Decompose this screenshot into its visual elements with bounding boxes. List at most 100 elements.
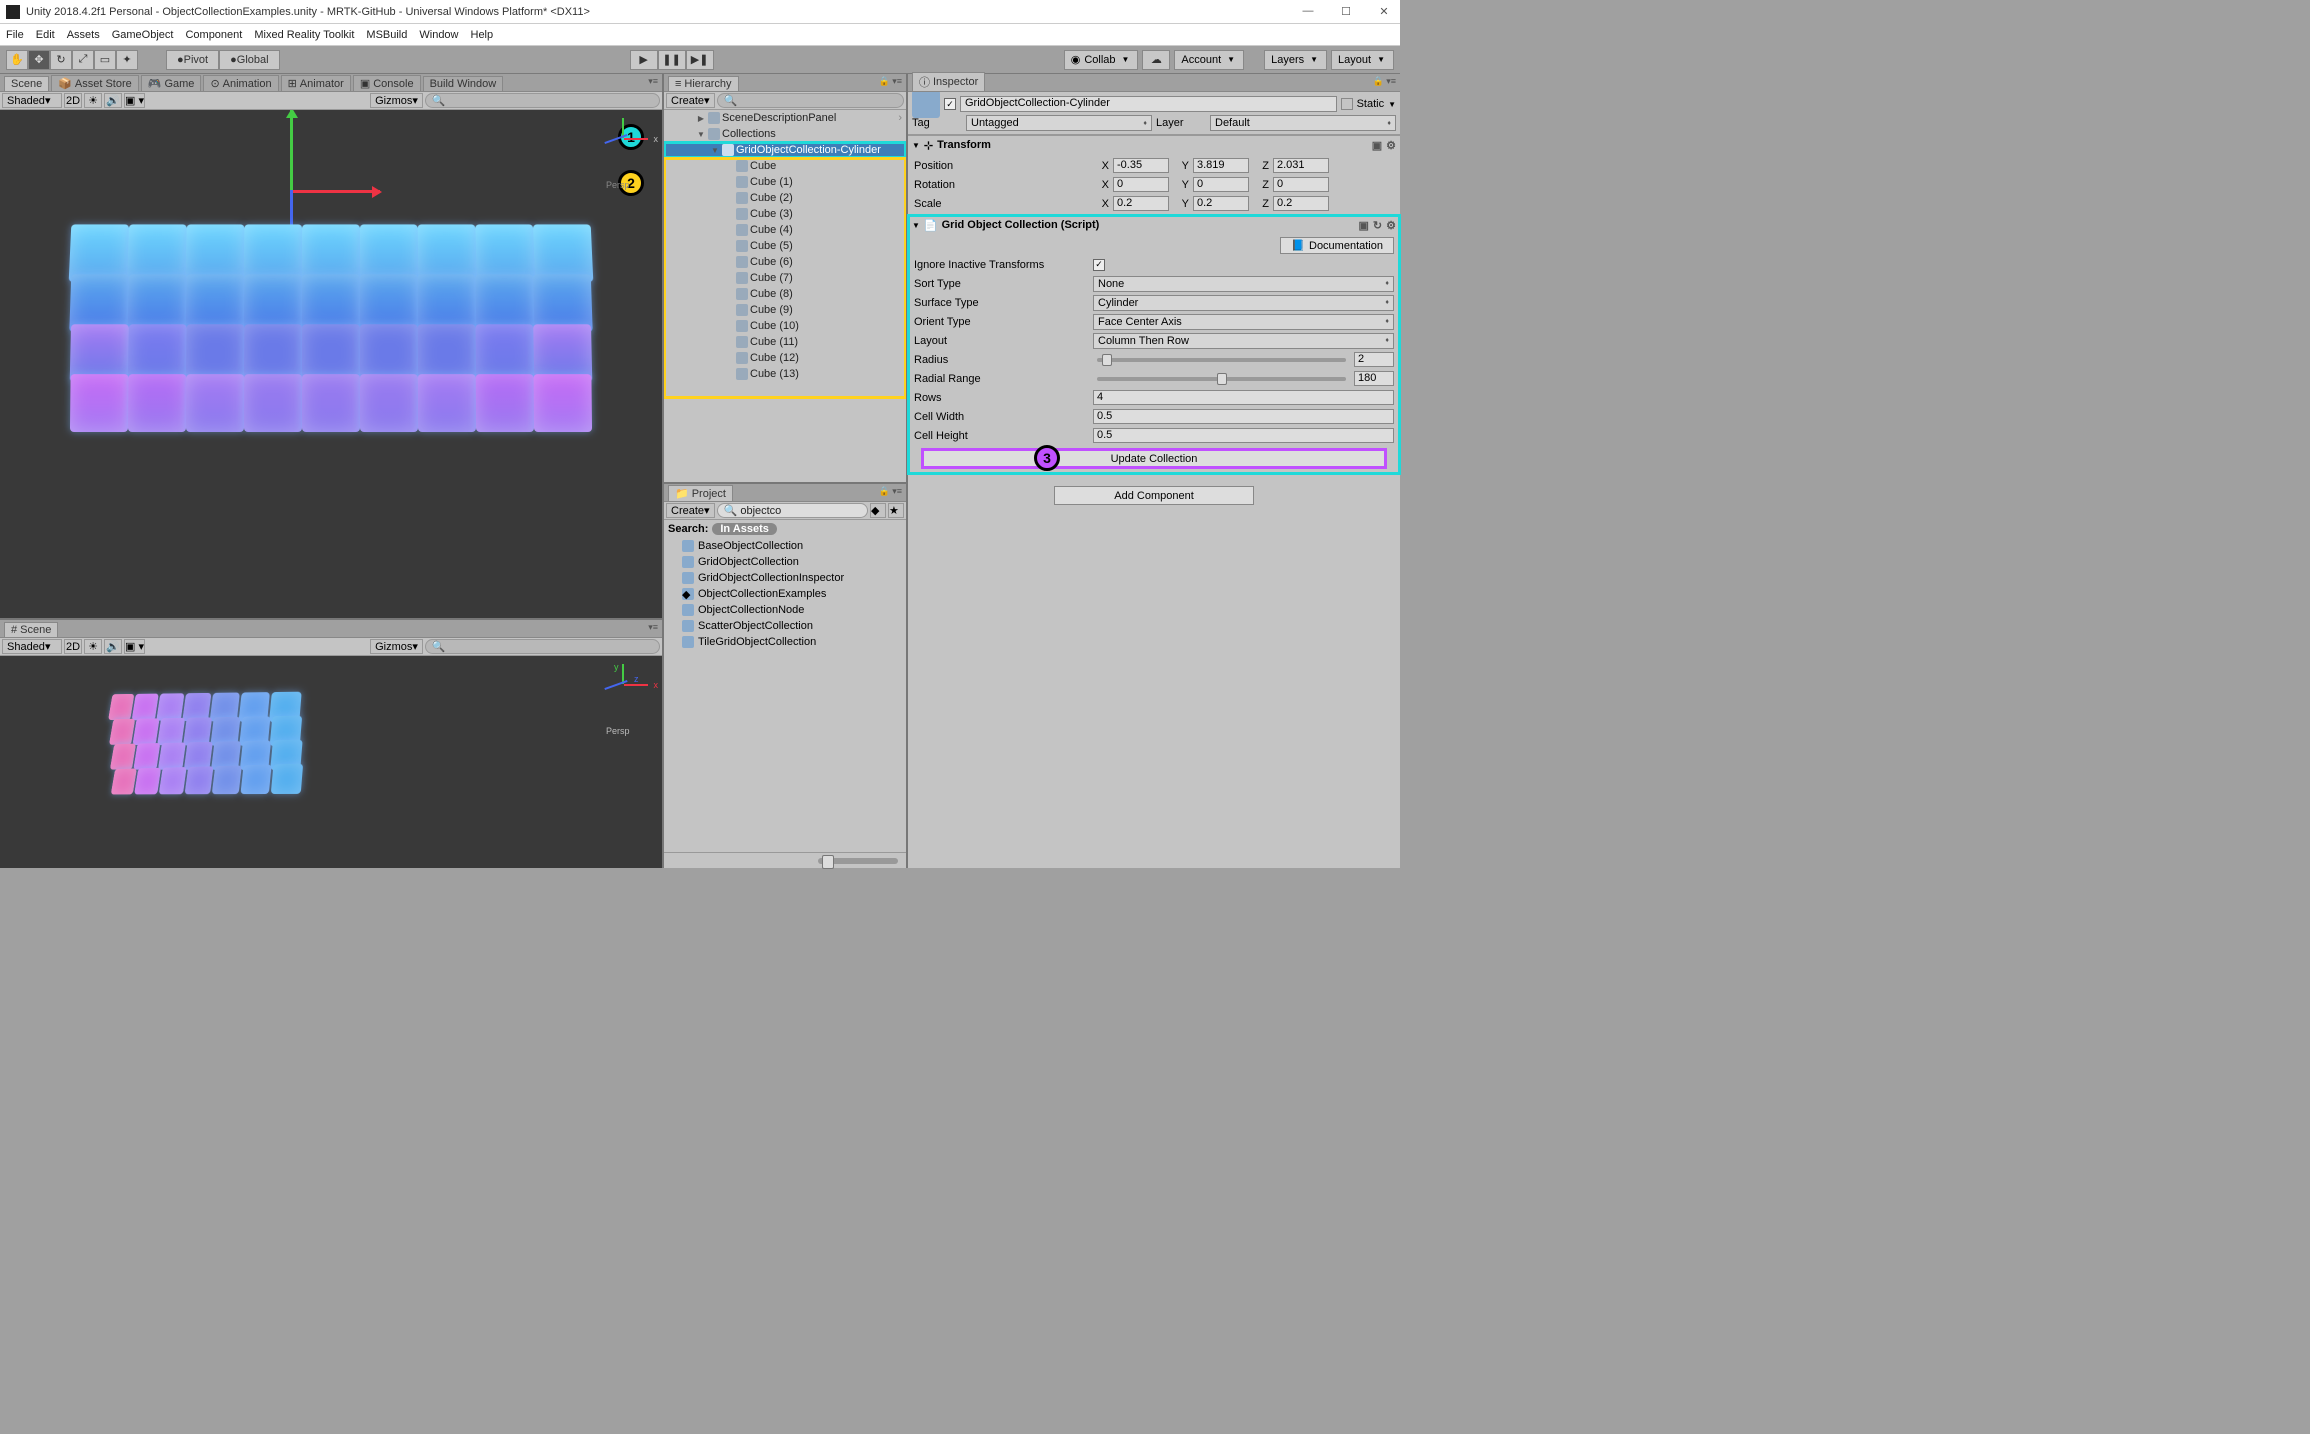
move-tool-button[interactable]: ✥ bbox=[28, 50, 50, 70]
project-item[interactable]: ScatterObjectCollection bbox=[668, 618, 902, 634]
menu-gameobject[interactable]: GameObject bbox=[112, 29, 174, 41]
global-toggle[interactable]: ● Global bbox=[219, 50, 279, 70]
hierarchy-options-icon[interactable]: 🔒 ▾≡ bbox=[879, 76, 902, 87]
scale-tool-button[interactable]: ⤢ bbox=[72, 50, 94, 70]
hierarchy-item[interactable]: Cube (7) bbox=[664, 270, 906, 286]
script-header[interactable]: ▼📄 Grid Object Collection (Script) ▣↻⚙ bbox=[908, 216, 1400, 234]
cellwidth-input[interactable]: 0.5 bbox=[1093, 409, 1394, 424]
preview-orientation-gizmo[interactable]: y x z Persp bbox=[594, 664, 654, 734]
project-options-icon[interactable]: 🔒 ▾≡ bbox=[879, 486, 902, 497]
preview-render-mode-dropdown[interactable]: Shaded ▾ bbox=[2, 639, 62, 654]
hierarchy-item[interactable]: Cube (6) bbox=[664, 254, 906, 270]
menu-help[interactable]: Help bbox=[471, 29, 494, 41]
cellheight-input[interactable]: 0.5 bbox=[1093, 428, 1394, 443]
hierarchy-item[interactable]: Cube (3) bbox=[664, 206, 906, 222]
project-item[interactable]: GridObjectCollectionInspector bbox=[668, 570, 902, 586]
range-slider[interactable] bbox=[1097, 377, 1346, 381]
static-checkbox[interactable] bbox=[1341, 98, 1353, 110]
range-input[interactable]: 180 bbox=[1354, 371, 1394, 386]
tab-scene-preview[interactable]: # Scene bbox=[4, 622, 58, 637]
transform-tool-button[interactable]: ✦ bbox=[116, 50, 138, 70]
ignore-checkbox[interactable]: ✓ bbox=[1093, 259, 1105, 271]
layer-dropdown[interactable]: Default♦ bbox=[1210, 115, 1396, 131]
rows-input[interactable]: 4 bbox=[1093, 390, 1394, 405]
2d-toggle[interactable]: 2D bbox=[64, 93, 82, 108]
radius-slider[interactable] bbox=[1097, 358, 1346, 362]
project-create-dropdown[interactable]: Create ▾ bbox=[666, 503, 715, 518]
tab-buildwindow[interactable]: Build Window bbox=[423, 76, 504, 91]
tab-animation[interactable]: ⊙ Animation bbox=[203, 75, 278, 91]
scene-search-input[interactable]: 🔍 bbox=[425, 93, 660, 108]
hierarchy-item[interactable]: Cube (9) bbox=[664, 302, 906, 318]
preview-gizmos-dropdown[interactable]: Gizmos ▾ bbox=[370, 639, 423, 654]
hierarchy-item[interactable]: Cube (8) bbox=[664, 286, 906, 302]
rect-tool-button[interactable]: ▭ bbox=[94, 50, 116, 70]
hierarchy-item[interactable]: Cube (2) bbox=[664, 190, 906, 206]
lighting-toggle-icon[interactable]: ☀ bbox=[84, 93, 102, 108]
hierarchy-item[interactable]: ▼Collections bbox=[664, 126, 906, 142]
project-item[interactable]: GridObjectCollection bbox=[668, 554, 902, 570]
tab-console[interactable]: ▣ Console bbox=[353, 75, 421, 91]
preview-fx-icon[interactable]: ▣ ▾ bbox=[124, 639, 145, 654]
step-button[interactable]: ▶❚ bbox=[686, 50, 714, 70]
menu-msbuild[interactable]: MSBuild bbox=[366, 29, 407, 41]
tab-project[interactable]: 📁 Project bbox=[668, 485, 733, 501]
pos-z-input[interactable]: 2.031 bbox=[1273, 158, 1329, 173]
play-button[interactable]: ▶ bbox=[630, 50, 658, 70]
maximize-button[interactable]: ☐ bbox=[1336, 5, 1356, 18]
documentation-button[interactable]: 📘 Documentation bbox=[1280, 237, 1394, 254]
close-button[interactable]: ✕ bbox=[1374, 5, 1394, 18]
menu-edit[interactable]: Edit bbox=[36, 29, 55, 41]
hierarchy-search-input[interactable]: 🔍 bbox=[717, 93, 904, 108]
tab-assetstore[interactable]: 📦 Asset Store bbox=[51, 75, 139, 91]
tab-options-icon[interactable]: ▾≡ bbox=[648, 76, 658, 87]
hierarchy-tree[interactable]: ▶SceneDescriptionPanel›▼Collections▼Grid… bbox=[664, 110, 906, 482]
scale-x-input[interactable]: 0.2 bbox=[1113, 196, 1169, 211]
menu-file[interactable]: File bbox=[6, 29, 24, 41]
cloud-button[interactable]: ☁ bbox=[1142, 50, 1170, 70]
tab-animator[interactable]: ⊞ Animator bbox=[281, 75, 351, 91]
search-filter-icon[interactable]: ◆ bbox=[870, 503, 886, 518]
preview-tab-options-icon[interactable]: ▾≡ bbox=[648, 622, 658, 633]
update-collection-button[interactable]: Update Collection bbox=[922, 449, 1386, 468]
hierarchy-item[interactable]: Cube bbox=[664, 158, 906, 174]
hierarchy-item[interactable]: ▼GridObjectCollection-Cylinder bbox=[664, 142, 906, 158]
tab-scene[interactable]: Scene bbox=[4, 76, 49, 91]
preview-search-input[interactable]: 🔍 bbox=[425, 639, 660, 654]
orient-dropdown[interactable]: Face Center Axis♦ bbox=[1093, 314, 1394, 330]
script-reset-icon[interactable]: ↻ bbox=[1373, 219, 1382, 232]
tab-inspector[interactable]: ⓘ Inspector bbox=[912, 72, 985, 91]
script-gear-icon[interactable]: ⚙ bbox=[1386, 219, 1396, 232]
tag-dropdown[interactable]: Untagged♦ bbox=[966, 115, 1152, 131]
rotate-tool-button[interactable]: ↻ bbox=[50, 50, 72, 70]
hand-tool-button[interactable]: ✋ bbox=[6, 50, 28, 70]
pos-y-input[interactable]: 3.819 bbox=[1193, 158, 1249, 173]
fx-toggle-icon[interactable]: ▣ ▾ bbox=[124, 93, 145, 108]
tab-game[interactable]: 🎮 Game bbox=[141, 75, 202, 91]
menu-window[interactable]: Window bbox=[419, 29, 458, 41]
layout-dropdown[interactable]: Column Then Row♦ bbox=[1093, 333, 1394, 349]
account-dropdown[interactable]: Account▼ bbox=[1174, 50, 1244, 70]
project-item[interactable]: BaseObjectCollection bbox=[668, 538, 902, 554]
gizmos-dropdown[interactable]: Gizmos ▾ bbox=[370, 93, 423, 108]
rot-y-input[interactable]: 0 bbox=[1193, 177, 1249, 192]
project-item[interactable]: ◆ObjectCollectionExamples bbox=[668, 586, 902, 602]
project-zoom-slider[interactable] bbox=[664, 852, 906, 868]
hierarchy-item[interactable]: Cube (5) bbox=[664, 238, 906, 254]
menu-mrtk[interactable]: Mixed Reality Toolkit bbox=[254, 29, 354, 41]
project-search-input[interactable]: 🔍 objectco bbox=[717, 503, 868, 518]
audio-toggle-icon[interactable]: 🔊 bbox=[104, 93, 122, 108]
hierarchy-create-dropdown[interactable]: Create ▾ bbox=[666, 93, 715, 108]
rot-z-input[interactable]: 0 bbox=[1273, 177, 1329, 192]
pos-x-input[interactable]: -0.35 bbox=[1113, 158, 1169, 173]
radius-input[interactable]: 2 bbox=[1354, 352, 1394, 367]
add-component-button[interactable]: Add Component bbox=[1054, 486, 1254, 505]
orientation-gizmo[interactable]: x Persp bbox=[594, 118, 654, 188]
pause-button[interactable]: ❚❚ bbox=[658, 50, 686, 70]
script-help-icon[interactable]: ▣ bbox=[1359, 219, 1369, 232]
transform-help-icon[interactable]: ▣ bbox=[1372, 139, 1382, 152]
menu-assets[interactable]: Assets bbox=[67, 29, 100, 41]
menu-component[interactable]: Component bbox=[185, 29, 242, 41]
project-item[interactable]: ObjectCollectionNode bbox=[668, 602, 902, 618]
rot-x-input[interactable]: 0 bbox=[1113, 177, 1169, 192]
